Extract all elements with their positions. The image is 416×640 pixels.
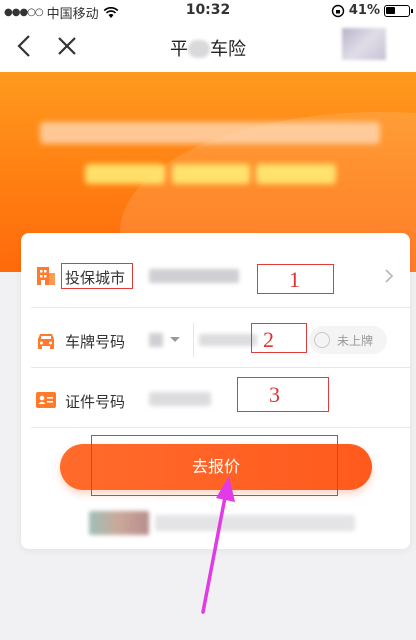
annotation-arrow	[201, 476, 235, 614]
